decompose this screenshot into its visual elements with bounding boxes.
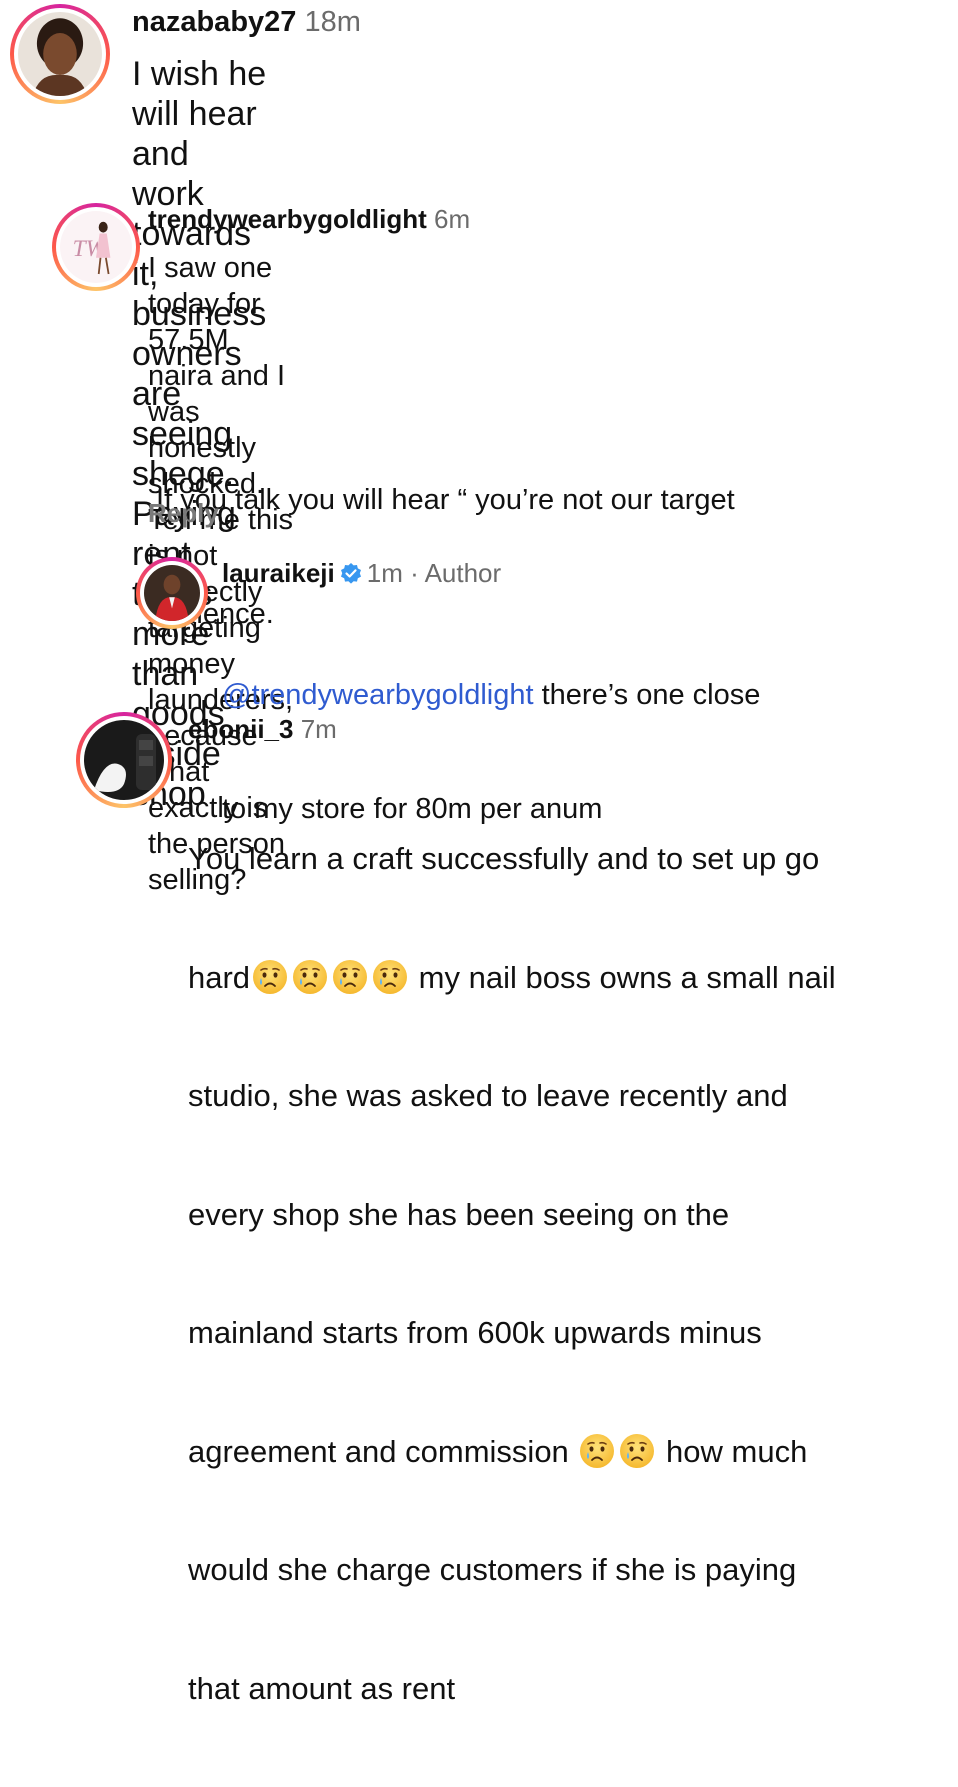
profile-photo-icon [18,12,102,96]
crying-face-emoji-icon [292,959,328,995]
crying-face-emoji-icon [252,959,288,995]
username[interactable]: trendywearbygoldlight [148,204,427,234]
username[interactable]: lauraikeji [222,558,335,588]
comment-line: mainland starts from 600k upwards minus [188,1315,762,1350]
crying-face-emoji-icon [619,1433,655,1469]
comment-line: would she charge customers if she is pay… [188,1552,797,1587]
reply-button[interactable]: Reply [148,498,219,529]
comment-line: how much [657,1433,808,1469]
crying-face-emoji-icon [372,959,408,995]
comment-line: If you talk you will hear “ you’re not o… [148,484,735,516]
mention-link[interactable]: @trendywearbygoldlight [222,679,534,711]
comment-line: there’s one close [533,679,761,711]
separator-dot: · [410,558,419,588]
comment-line: agreement and commission [188,1433,578,1469]
username[interactable]: nazababy27 [132,6,296,38]
username[interactable]: ebonii_3 [188,714,293,744]
timestamp: 18m [304,6,361,38]
comment-line: hard [188,959,251,995]
comment-line: You learn a craft successfully and to se… [188,841,820,876]
crying-face-emoji-icon [579,1433,615,1469]
profile-photo-icon [84,720,164,800]
timestamp: 7m [300,714,337,744]
comment-line: that amount as rent [188,1670,456,1706]
profile-photo-icon [144,565,200,621]
brand-logo-icon: TW [60,211,132,283]
avatar[interactable] [10,4,110,104]
verified-badge-icon [339,562,363,586]
timestamp: 1m [366,558,403,588]
comment-text: You learn a craft successfully and to se… [188,760,836,1787]
avatar[interactable] [136,557,208,629]
comment-line: I saw one today for 57.5M naira and I wa… [148,252,286,428]
comment-line: my nail boss owns a small nail [410,959,836,995]
timestamp: 6m [434,204,471,234]
avatar[interactable]: TW [52,203,140,291]
comment-line: studio, she was asked to leave recently … [188,1078,788,1113]
avatar[interactable] [76,712,172,808]
crying-face-emoji-icon [332,959,368,995]
author-label: Author [424,558,502,588]
comment-line: every shop she has been seeing on the [188,1196,730,1232]
